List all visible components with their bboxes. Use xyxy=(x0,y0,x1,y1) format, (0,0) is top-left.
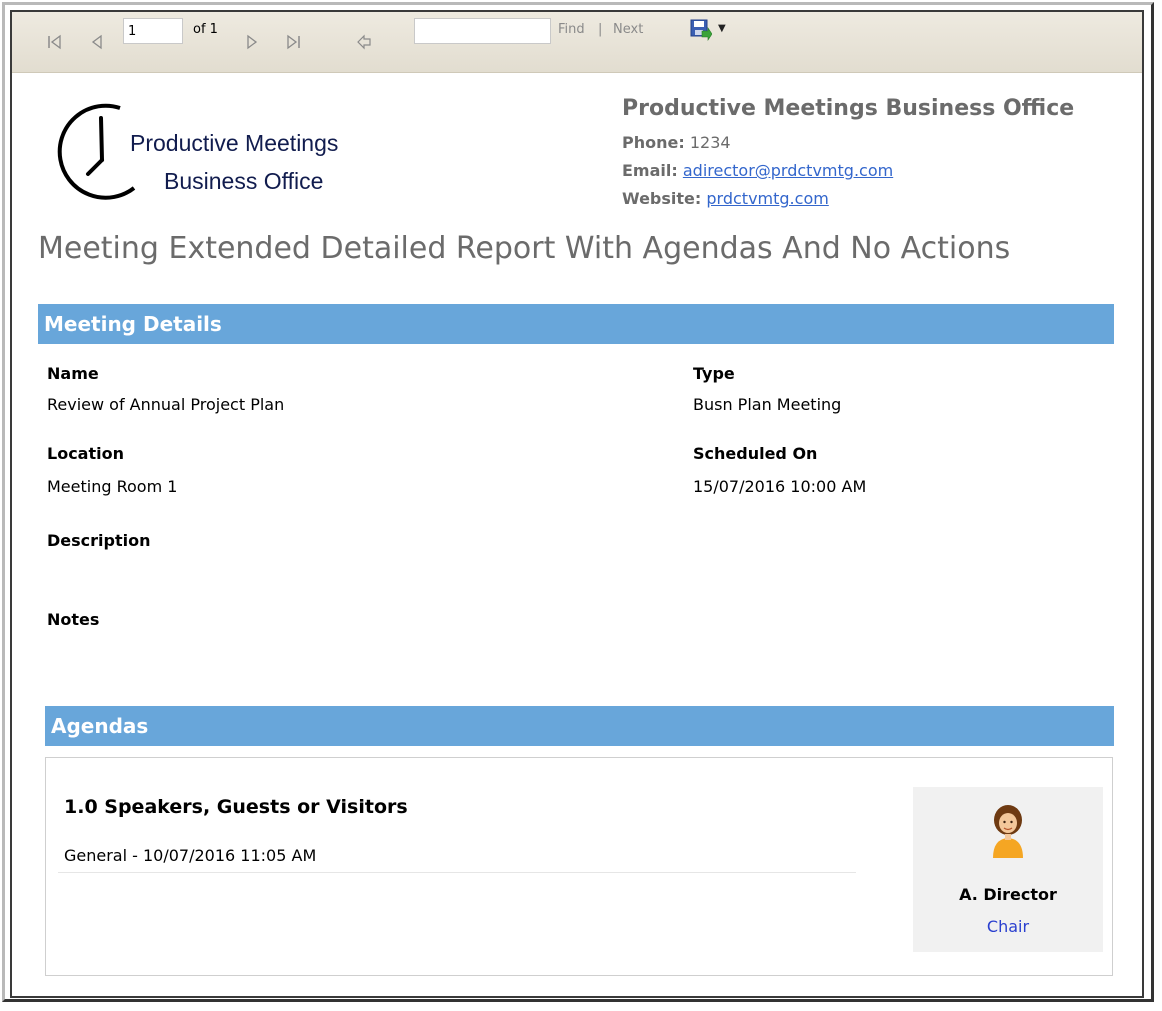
website-line: Website: prdctvmtg.com xyxy=(622,189,829,208)
person-avatar-icon xyxy=(993,805,1023,858)
meeting-details-heading: Meeting Details xyxy=(38,304,1114,344)
logo-text-line2: Business Office xyxy=(164,168,324,194)
phone-value: 1234 xyxy=(689,133,731,152)
next-page-icon[interactable] xyxy=(245,34,259,50)
first-page-icon[interactable] xyxy=(47,34,63,50)
page-number-input[interactable] xyxy=(123,18,183,44)
scheduled-label: Scheduled On xyxy=(693,444,818,463)
phone-label: Phone: xyxy=(622,133,685,152)
email-label: Email: xyxy=(622,161,678,180)
back-to-parent-icon[interactable] xyxy=(356,34,372,50)
location-value: Meeting Room 1 xyxy=(47,477,178,496)
name-label: Name xyxy=(47,364,99,383)
save-export-icon[interactable] xyxy=(690,19,712,41)
find-separator: | xyxy=(598,22,603,37)
email-line: Email: adirector@prdctvmtg.com xyxy=(622,161,893,180)
presenter-role: Chair xyxy=(986,917,1030,936)
name-value: Review of Annual Project Plan xyxy=(47,395,285,414)
find-link[interactable]: Find xyxy=(558,22,585,37)
report-title: Meeting Extended Detailed Report With Ag… xyxy=(38,231,1011,266)
type-label: Type xyxy=(693,364,735,383)
page-count-label: of 1 xyxy=(193,22,218,37)
last-page-icon[interactable] xyxy=(285,34,301,50)
agenda-item-meta: General - 10/07/2016 11:05 AM xyxy=(64,846,317,865)
company-logo: Productive Meetings Business Office xyxy=(48,102,408,212)
website-link[interactable]: prdctvmtg.com xyxy=(706,189,828,208)
phone-line: Phone: 1234 xyxy=(622,133,731,152)
agenda-presenter-card: A. Director Chair xyxy=(913,787,1103,952)
description-label: Description xyxy=(47,531,151,550)
type-value: Busn Plan Meeting xyxy=(693,395,842,414)
find-next-link[interactable]: Next xyxy=(613,22,643,37)
agenda-divider xyxy=(58,872,856,873)
scheduled-value: 15/07/2016 10:00 AM xyxy=(693,477,867,496)
agendas-heading: Agendas xyxy=(45,706,1114,746)
notes-label: Notes xyxy=(47,610,100,629)
company-name: Productive Meetings Business Office xyxy=(622,96,1075,121)
export-dropdown-caret-icon[interactable]: ▼ xyxy=(718,23,726,34)
presenter-name: A. Director xyxy=(959,885,1057,904)
find-text-input[interactable] xyxy=(414,18,551,44)
agenda-item-title: 1.0 Speakers, Guests or Visitors xyxy=(64,796,408,818)
previous-page-icon[interactable] xyxy=(90,34,104,50)
logo-text-line1: Productive Meetings xyxy=(130,130,339,156)
website-label: Website: xyxy=(622,189,702,208)
location-label: Location xyxy=(47,444,124,463)
email-link[interactable]: adirector@prdctvmtg.com xyxy=(683,161,893,180)
clock-logo-icon xyxy=(57,103,136,200)
